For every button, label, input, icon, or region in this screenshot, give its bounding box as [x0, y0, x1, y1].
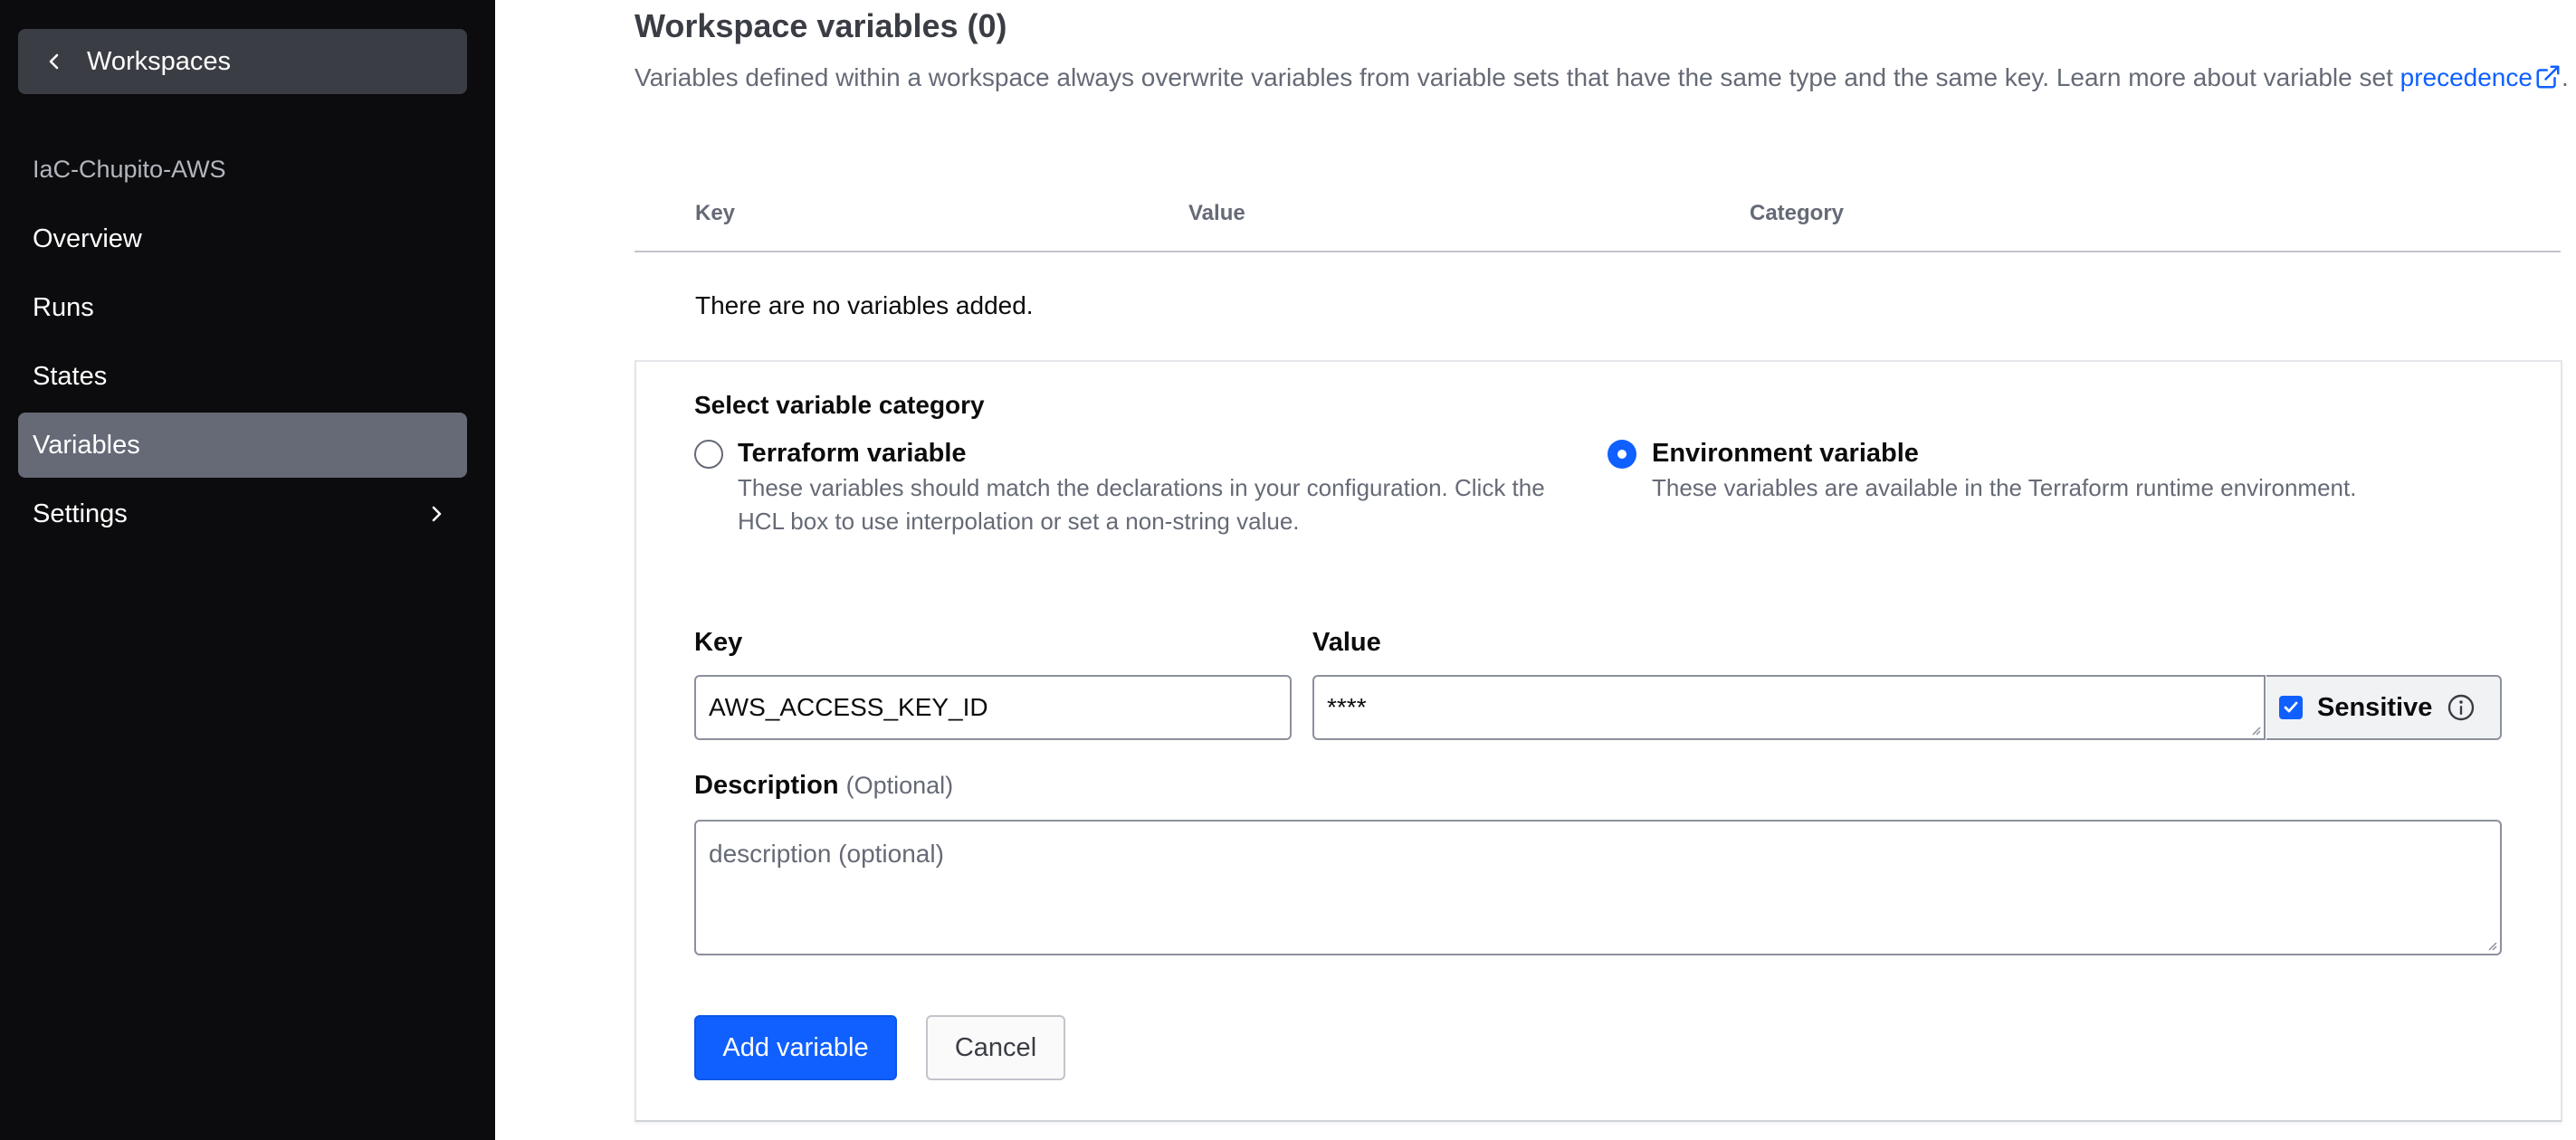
environment-variable-title: Environment variable: [1652, 439, 1919, 468]
sidebar-item-label: Overview: [33, 223, 142, 253]
resize-handle-icon[interactable]: [2248, 723, 2261, 736]
description-placeholder: description (optional): [709, 840, 944, 868]
checkmark-icon: [2284, 701, 2298, 713]
column-header-key: Key: [695, 201, 736, 225]
sidebar-item-label: Settings: [33, 499, 128, 528]
column-header-value: Value: [1188, 201, 1245, 225]
sensitive-checkbox[interactable]: [2279, 696, 2303, 719]
info-icon[interactable]: [2447, 693, 2476, 722]
environment-variable-help: These variables are available in the Ter…: [1652, 474, 2357, 501]
terraform-variable-help: These variables should match the declara…: [738, 474, 1545, 535]
description-optional-label: (Optional): [845, 772, 954, 799]
sidebar-item-variables[interactable]: Variables: [18, 413, 467, 478]
description-label-text: Description: [694, 771, 839, 800]
sidebar-item-settings[interactable]: Settings: [18, 481, 467, 546]
table-header-divider: [634, 251, 2561, 252]
sidebar-item-label: Runs: [33, 292, 94, 322]
variable-category-label: Select variable category: [694, 391, 985, 419]
chevron-left-icon: [49, 53, 59, 70]
sidebar-item-label: States: [33, 361, 108, 391]
back-to-workspaces-button[interactable]: Workspaces: [18, 29, 467, 94]
sensitive-label: Sensitive: [2317, 692, 2433, 722]
value-input[interactable]: ****: [1312, 675, 2266, 740]
page-description: Variables defined within a workspace alw…: [634, 60, 2576, 96]
back-button-label: Workspaces: [87, 46, 232, 76]
sidebar-item-overview[interactable]: Overview: [18, 206, 467, 271]
chevron-right-icon: [432, 506, 442, 522]
description-end: .: [2561, 63, 2569, 91]
description-textarea[interactable]: description (optional): [694, 820, 2502, 955]
page-title: Workspace variables (0): [634, 7, 1007, 44]
key-input-value: AWS_ACCESS_KEY_ID: [709, 693, 988, 721]
resize-handle-icon[interactable]: [2485, 938, 2497, 951]
environment-variable-radio[interactable]: [1608, 440, 1636, 469]
terraform-variable-title: Terraform variable: [738, 439, 967, 468]
sidebar-item-label: Variables: [33, 430, 140, 460]
workspace-name: IaC-Chupito-AWS: [33, 156, 226, 183]
empty-table-message: There are no variables added.: [695, 291, 1034, 319]
external-link-icon: [2536, 65, 2560, 89]
value-label: Value: [1312, 628, 1381, 657]
sidebar: Workspaces IaC-Chupito-AWS Overview Runs…: [0, 0, 495, 1140]
precedence-link[interactable]: precedence: [2400, 63, 2562, 91]
sidebar-item-runs[interactable]: Runs: [18, 275, 467, 340]
description-label: Description (Optional): [694, 771, 953, 801]
key-label: Key: [694, 628, 743, 657]
sensitive-toggle[interactable]: Sensitive: [2266, 675, 2502, 740]
precedence-link-label: precedence: [2399, 63, 2533, 91]
column-header-category: Category: [1750, 201, 1845, 225]
add-variable-button[interactable]: Add variable: [694, 1015, 897, 1080]
terraform-variable-radio[interactable]: [694, 440, 723, 469]
main-content: Workspace variables (0) Variables define…: [495, 0, 2576, 1140]
value-input-value: ****: [1327, 693, 1367, 721]
sidebar-item-states[interactable]: States: [18, 344, 467, 409]
cancel-button[interactable]: Cancel: [926, 1015, 1065, 1080]
description-text: Variables defined within a workspace alw…: [634, 63, 2393, 91]
key-input[interactable]: AWS_ACCESS_KEY_ID: [694, 675, 1292, 740]
